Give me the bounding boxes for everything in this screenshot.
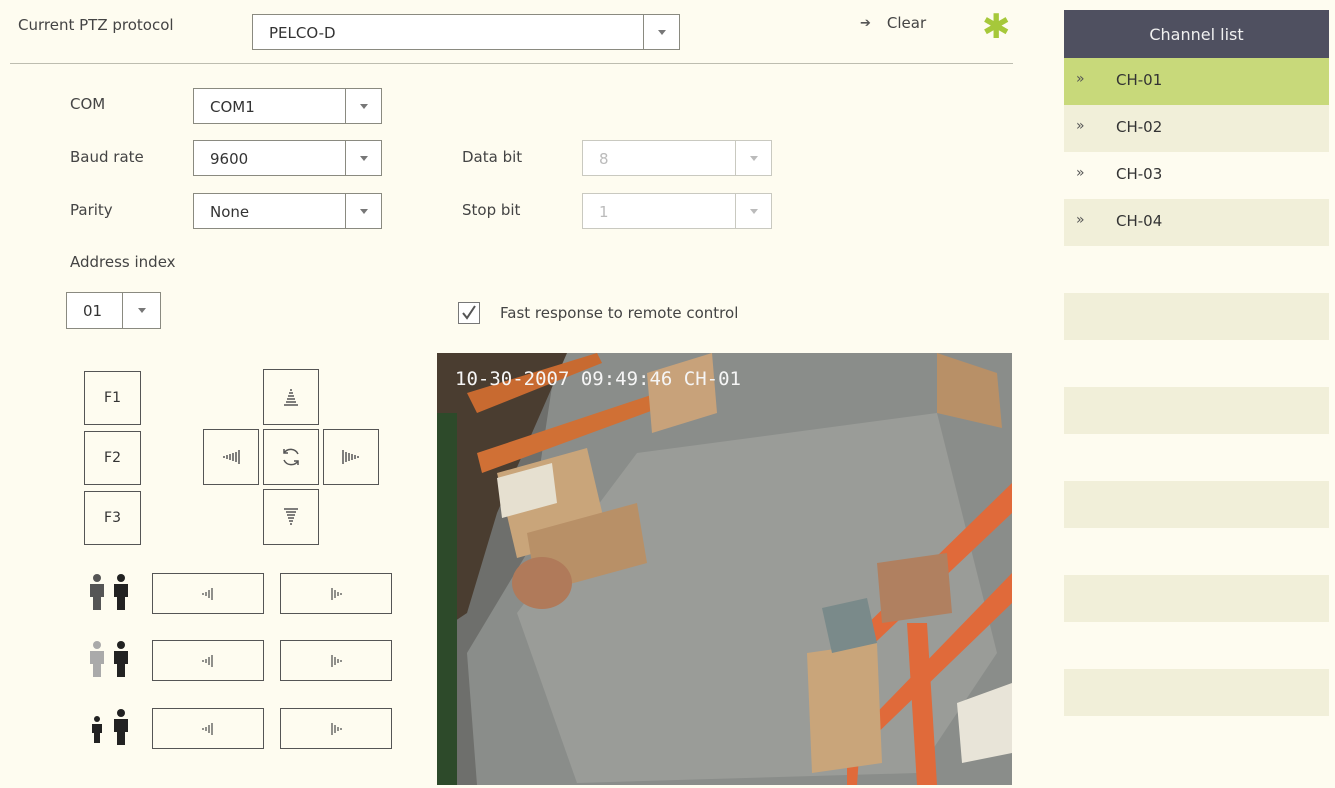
double-chevron-right-icon: »	[1076, 212, 1085, 228]
channel-empty-row	[1064, 575, 1329, 622]
focus-near-button[interactable]	[152, 640, 264, 681]
focus-icon	[85, 640, 135, 682]
stop-bit-select: 1	[582, 193, 772, 229]
channel-item-ch01[interactable]: » CH-01	[1064, 58, 1329, 105]
baud-rate-select[interactable]: 9600	[193, 140, 382, 176]
channel-item-ch02[interactable]: » CH-02	[1064, 105, 1329, 152]
double-chevron-right-icon: »	[1076, 71, 1085, 87]
clear-button[interactable]: ➔ Clear	[860, 14, 926, 32]
data-bit-label: Data bit	[462, 148, 523, 166]
fast-response-label: Fast response to remote control	[500, 304, 739, 322]
down-arrow-icon	[284, 508, 298, 525]
double-chevron-right-icon: »	[1076, 118, 1085, 134]
chevron-down-icon	[345, 141, 381, 175]
iris-icon	[85, 708, 135, 750]
camera-image: 10-30-2007 09:49:46 CH-01	[437, 353, 1012, 785]
address-index-value: 01	[83, 302, 103, 320]
channel-item-label: CH-04	[1116, 212, 1163, 230]
data-bit-select: 8	[582, 140, 772, 176]
checkmark-icon	[462, 305, 476, 320]
clear-label: Clear	[886, 14, 927, 32]
f1-label: F1	[104, 390, 121, 406]
video-timestamp: 10-30-2007 09:49:46 CH-01	[455, 368, 741, 390]
divider	[10, 63, 1013, 64]
parity-value: None	[210, 203, 250, 221]
data-bit-value: 8	[599, 150, 609, 168]
protocol-label: Current PTZ protocol	[18, 16, 174, 34]
channel-empty-row	[1064, 528, 1329, 575]
parity-select[interactable]: None	[193, 193, 382, 229]
refresh-icon	[283, 448, 299, 466]
chevron-down-icon	[643, 15, 679, 49]
left-arrow-icon	[223, 450, 240, 464]
left-arrow-icon	[202, 722, 213, 735]
pan-up-button[interactable]	[263, 369, 319, 425]
f2-label: F2	[104, 450, 121, 466]
com-value: COM1	[210, 98, 255, 116]
right-arrow-icon	[331, 722, 342, 735]
channel-item-label: CH-01	[1116, 71, 1163, 89]
double-chevron-right-icon: »	[1076, 165, 1085, 181]
channel-empty-row	[1064, 481, 1329, 528]
iris-close-button[interactable]	[152, 708, 264, 749]
channel-empty-row	[1064, 622, 1329, 669]
focus-far-button[interactable]	[280, 640, 392, 681]
protocol-select[interactable]: PELCO-D	[252, 14, 680, 50]
channel-item-ch03[interactable]: » CH-03	[1064, 152, 1329, 199]
chevron-down-icon	[345, 194, 381, 228]
arrow-right-icon: ➔	[860, 15, 871, 31]
chevron-down-icon	[345, 89, 381, 123]
up-arrow-icon	[284, 389, 298, 406]
left-arrow-icon	[202, 587, 213, 600]
parity-label: Parity	[70, 201, 113, 219]
chevron-down-icon	[735, 194, 771, 228]
channel-empty-row	[1064, 246, 1329, 293]
zoom-out-button[interactable]	[152, 573, 264, 614]
channel-item-label: CH-02	[1116, 118, 1163, 136]
com-label: COM	[70, 95, 106, 113]
zoom-icon	[85, 573, 135, 615]
right-arrow-icon	[331, 654, 342, 667]
channel-list-title: Channel list	[1149, 24, 1244, 44]
fast-response-checkbox[interactable]	[458, 302, 480, 324]
right-arrow-icon	[331, 587, 342, 600]
channel-empty-row	[1064, 669, 1329, 716]
channel-list-header: Channel list	[1064, 10, 1329, 58]
f2-button[interactable]: F2	[84, 431, 141, 485]
chevron-down-icon	[735, 141, 771, 175]
baud-rate-label: Baud rate	[70, 148, 144, 166]
f3-button[interactable]: F3	[84, 491, 141, 545]
channel-empty-row	[1064, 434, 1329, 481]
favorite-star-icon[interactable]: ✱	[982, 10, 1011, 44]
iris-open-button[interactable]	[280, 708, 392, 749]
protocol-value: PELCO-D	[269, 24, 336, 42]
stop-bit-value: 1	[599, 203, 609, 221]
left-arrow-icon	[202, 654, 213, 667]
baud-rate-value: 9600	[210, 150, 249, 168]
channel-empty-row	[1064, 387, 1329, 434]
channel-list: Channel list » CH-01 » CH-02 » CH-03 » C…	[1064, 10, 1329, 716]
address-index-select[interactable]: 01	[66, 292, 161, 329]
channel-empty-row	[1064, 340, 1329, 387]
channel-empty-row	[1064, 293, 1329, 340]
channel-item-label: CH-03	[1116, 165, 1163, 183]
camera-preview: 10-30-2007 09:49:46 CH-01	[437, 353, 1012, 785]
pan-right-button[interactable]	[323, 429, 379, 485]
pan-left-button[interactable]	[203, 429, 259, 485]
stop-bit-label: Stop bit	[462, 201, 521, 219]
address-index-label: Address index	[70, 253, 176, 271]
ptz-reset-button[interactable]	[263, 429, 319, 485]
chevron-down-icon	[122, 293, 160, 328]
right-arrow-icon	[342, 450, 359, 464]
channel-item-ch04[interactable]: » CH-04	[1064, 199, 1329, 246]
com-select[interactable]: COM1	[193, 88, 382, 124]
f1-button[interactable]: F1	[84, 371, 141, 425]
f3-label: F3	[104, 510, 121, 526]
pan-down-button[interactable]	[263, 489, 319, 545]
zoom-in-button[interactable]	[280, 573, 392, 614]
